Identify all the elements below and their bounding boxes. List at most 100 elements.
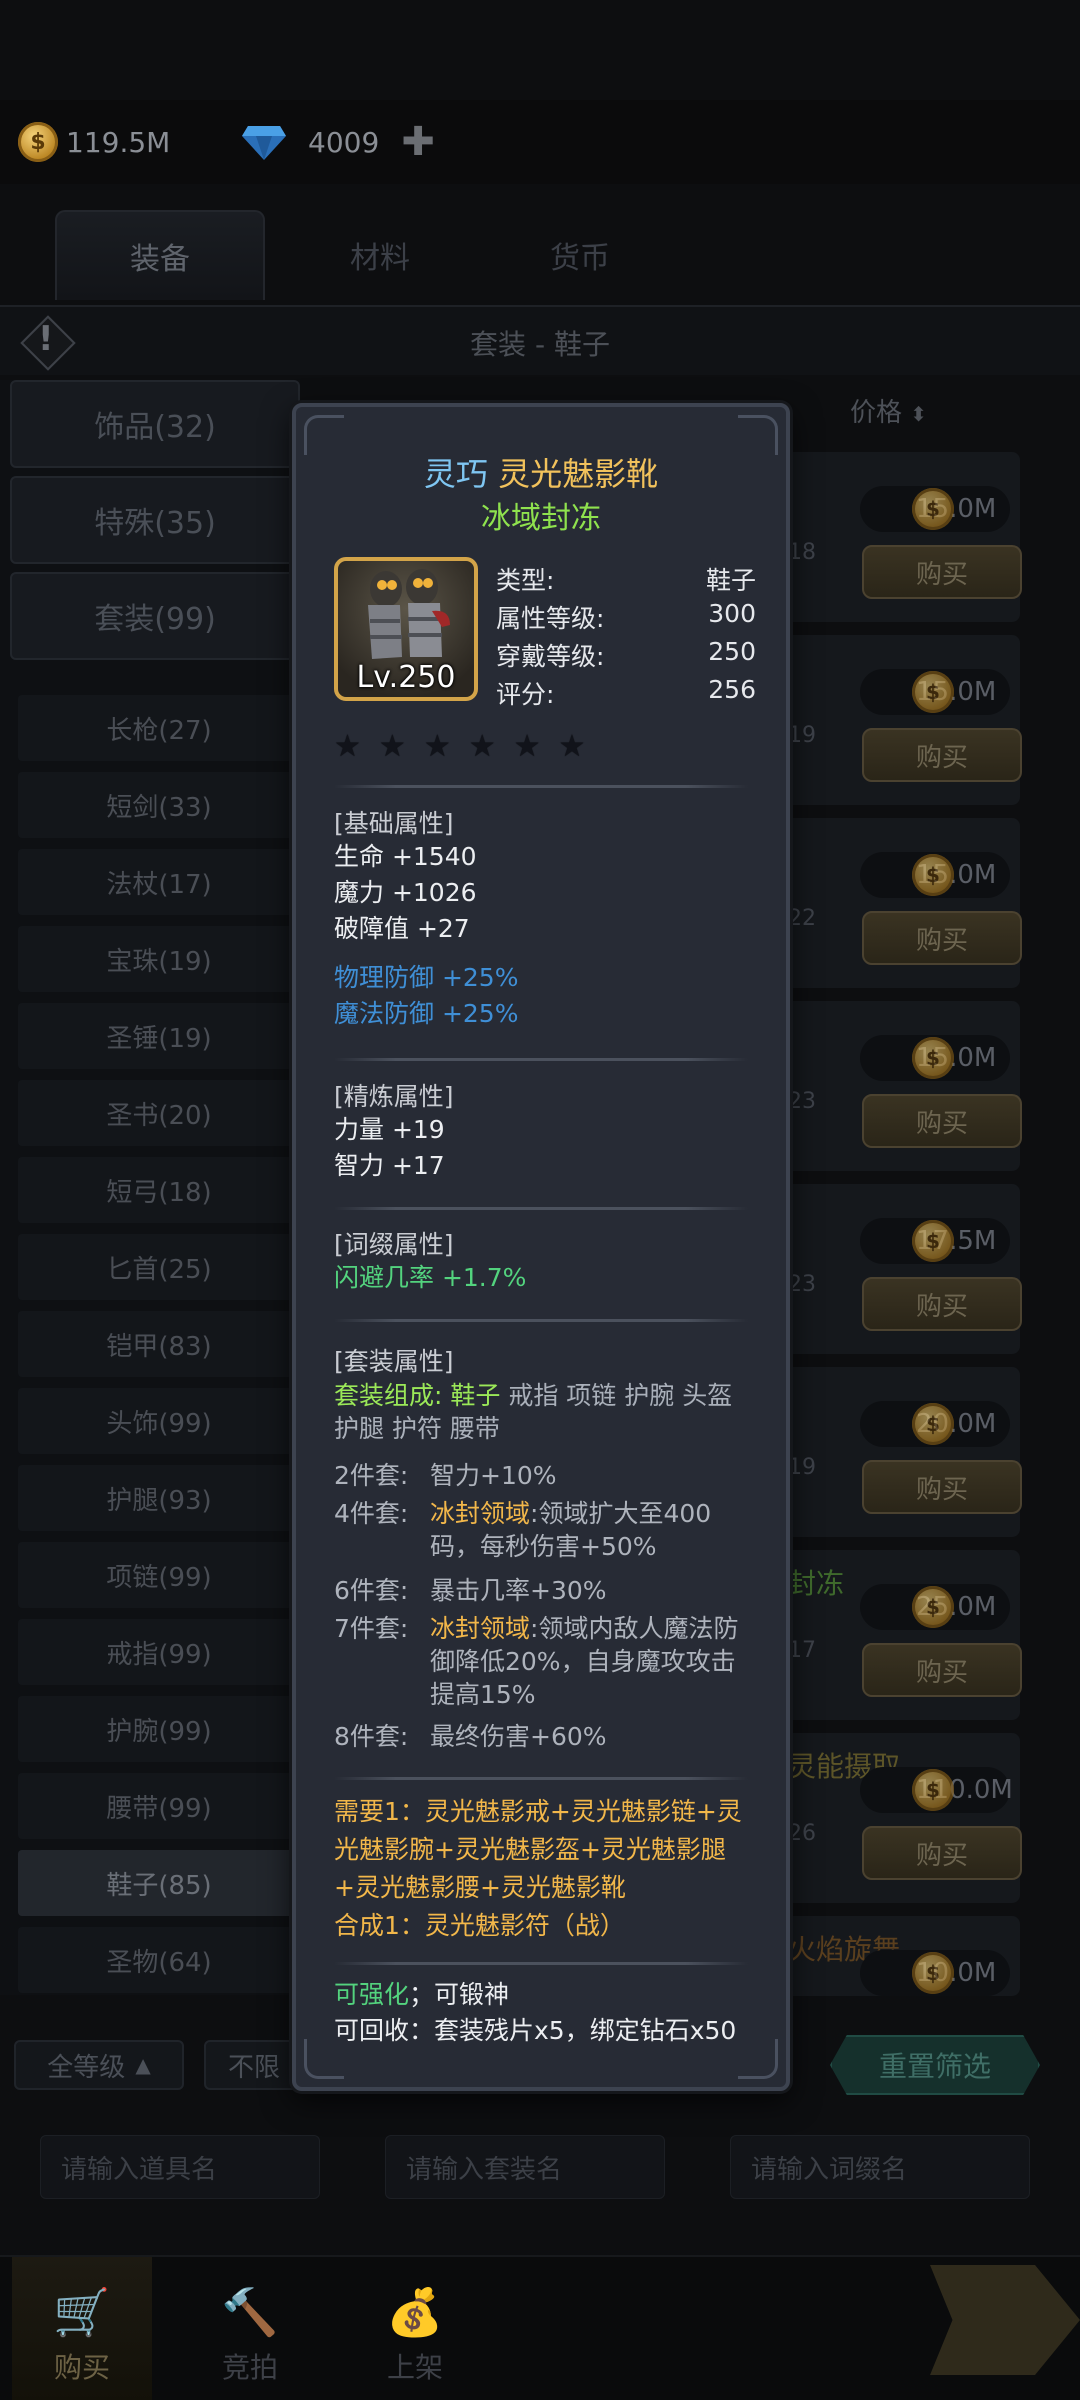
sidebar-item-accessories[interactable]: 饰品(32) [10, 380, 300, 468]
row-sub: 17 [788, 1638, 816, 1663]
level-filter[interactable]: 全等级 ▲ [14, 2040, 184, 2090]
nav-list-label: 上架 [386, 2351, 443, 2384]
nav-buy[interactable]: 🛒 购买 [12, 2257, 152, 2400]
upgrade-info: 可强化；可锻神 [334, 1980, 510, 2009]
buy-button[interactable]: 购买 [862, 911, 1022, 965]
row-name: 封冻 [788, 1567, 845, 1600]
info-wear-level: 穿戴等级: 250 [496, 637, 756, 671]
star-icon: ★ [423, 729, 451, 764]
diamond-display: 4009 ✚ [240, 118, 435, 166]
basic-attr: 魔力 +1026 [334, 878, 477, 907]
info-type: 类型: 鞋子 [496, 566, 756, 595]
item-tooltip: 灵巧 灵光魅影靴 冰域封冻 Lv.250 类型: 鞋子 属性等级: 300 穿戴等级… [292, 403, 790, 2091]
buy-button[interactable]: 购买 [862, 1826, 1022, 1880]
sidebar-subitem[interactable]: 长枪(27) [18, 695, 300, 761]
item-name-input[interactable]: 请输入道具名 [40, 2135, 320, 2199]
set-name-input[interactable]: 请输入套装名 [385, 2135, 665, 2199]
star-icon: ★ [513, 729, 541, 764]
set-attr-title: [套装属性] [334, 1347, 454, 1376]
sidebar-item-sets[interactable]: 套装(99) [10, 572, 300, 660]
coin-icon: $ [912, 1586, 954, 1628]
tab-equipment[interactable]: 装备 [55, 210, 265, 300]
basic-attr: 生命 +1540 [334, 842, 477, 871]
sort-icon: ⬍ [910, 402, 928, 426]
sidebar-subitem[interactable]: 法杖(17) [18, 849, 300, 915]
nav-auction[interactable]: 🔨 竞拍 [180, 2257, 320, 2400]
item-title: 灵巧 灵光魅影靴 [296, 449, 786, 495]
basic-attr-defense: 物理防御 +25% [334, 963, 519, 992]
basic-attr-title: [基础属性] [334, 809, 454, 838]
basic-attr-defense: 魔法防御 +25% [334, 999, 519, 1028]
add-diamond-icon[interactable]: ✚ [401, 122, 435, 162]
buy-button[interactable]: 购买 [862, 728, 1022, 782]
cart-icon: 🛒 [53, 2285, 111, 2339]
price-sort-header[interactable]: 价格 ⬍ [850, 392, 927, 429]
sidebar-subitem[interactable]: 短剑(33) [18, 772, 300, 838]
sidebar-subitem[interactable]: 头饰(99) [18, 1388, 300, 1454]
refine-attr-title: [精炼属性] [334, 1082, 454, 1111]
diamond-icon [242, 126, 286, 160]
row-sub: 18 [788, 540, 816, 565]
nav-list[interactable]: 💰 上架 [345, 2257, 485, 2400]
refine-attr: 智力 +17 [334, 1151, 445, 1180]
item-name: 灵光魅影靴 [498, 455, 659, 493]
sidebar-subitem[interactable]: 戒指(99) [18, 1619, 300, 1685]
sidebar-subitem[interactable]: 宝珠(19) [18, 926, 300, 992]
gavel-icon: 🔨 [221, 2285, 279, 2339]
page-title: 套装 - 鞋子 [470, 328, 610, 361]
limit-filter[interactable]: 不限 [204, 2040, 304, 2090]
price-tag: $17.5M [860, 1218, 1010, 1264]
affix-attr: 闪避几率 +1.7% [334, 1263, 527, 1292]
refine-attr: 力量 +19 [334, 1115, 445, 1144]
sidebar-subitem[interactable]: 铠甲(83) [18, 1311, 300, 1377]
affix-name-input[interactable]: 请输入词缀名 [730, 2135, 1030, 2199]
sidebar-subitem[interactable]: 圣书(20) [18, 1080, 300, 1146]
price-tag: $20.0M [860, 1401, 1010, 1447]
sidebar-subitem[interactable]: 匕首(25) [18, 1234, 300, 1300]
sidebar-item-special[interactable]: 特殊(35) [10, 476, 300, 564]
sidebar-subitem[interactable]: 圣物(64) [18, 1927, 300, 1993]
tab-materials[interactable]: 材料 [275, 210, 485, 300]
coin-icon: $ [912, 671, 954, 713]
row-sub: 23 [788, 1272, 816, 1297]
price-tag: $25.0M [860, 1584, 1010, 1630]
search-row: 请输入道具名 请输入套装名 请输入词缀名 [0, 2135, 1080, 2205]
buy-button[interactable]: 购买 [862, 545, 1022, 599]
sidebar-subitem[interactable]: 护腕(99) [18, 1696, 300, 1762]
buy-button[interactable]: 购买 [862, 1643, 1022, 1697]
nav-auction-label: 竞拍 [221, 2351, 278, 2384]
sidebar-subitem[interactable]: 圣锤(19) [18, 1003, 300, 1069]
sidebar: 饰品(32) 特殊(35) 套装(99) 长枪(27) 短剑(33) 法杖(17… [0, 380, 300, 1995]
star-rating: ★ ★ ★ ★ ★ ★ [334, 729, 585, 764]
coin-icon: $ [912, 1952, 954, 1994]
sidebar-subitem[interactable]: 护腿(93) [18, 1465, 300, 1531]
sidebar-subitem[interactable]: 短弓(18) [18, 1157, 300, 1223]
affix-attr-title: [词缀属性] [334, 1230, 454, 1259]
compose-info: 合成1：灵光魅影符（战） [334, 1911, 625, 1940]
sidebar-subitem-shoes[interactable]: 鞋子(85) [18, 1850, 300, 1916]
row-sub: 19 [788, 723, 816, 748]
reset-filter-button[interactable]: 重置筛选 [830, 2035, 1040, 2095]
price-tag: $15.0M [860, 852, 1010, 898]
divider [334, 785, 748, 788]
item-set-name: 冰域封冻 [481, 501, 601, 536]
buy-button[interactable]: 购买 [862, 1277, 1022, 1331]
money-bag-icon: 💰 [386, 2285, 444, 2339]
sidebar-subitem[interactable]: 项链(99) [18, 1542, 300, 1608]
sidebar-subitem[interactable]: 腰带(99) [18, 1773, 300, 1839]
buy-button[interactable]: 购买 [862, 1460, 1022, 1514]
star-icon: ★ [558, 729, 586, 764]
row-sub: 19 [788, 1455, 816, 1480]
item-icon: Lv.250 [334, 557, 478, 701]
price-tag: $10.0M [860, 1950, 1010, 1996]
coin-icon: $ [912, 488, 954, 530]
currency-bar: $ 119.5M 4009 ✚ [0, 100, 1080, 184]
price-tag: $15.0M [860, 669, 1010, 715]
row-sub: 22 [788, 906, 816, 931]
item-quality: 灵巧 [423, 455, 488, 493]
tab-currency[interactable]: 货币 [475, 210, 685, 300]
buy-button[interactable]: 购买 [862, 1094, 1022, 1148]
coin-icon: $ [912, 1769, 954, 1811]
caret-up-icon: ▲ [135, 2053, 151, 2077]
divider [334, 1962, 748, 1965]
